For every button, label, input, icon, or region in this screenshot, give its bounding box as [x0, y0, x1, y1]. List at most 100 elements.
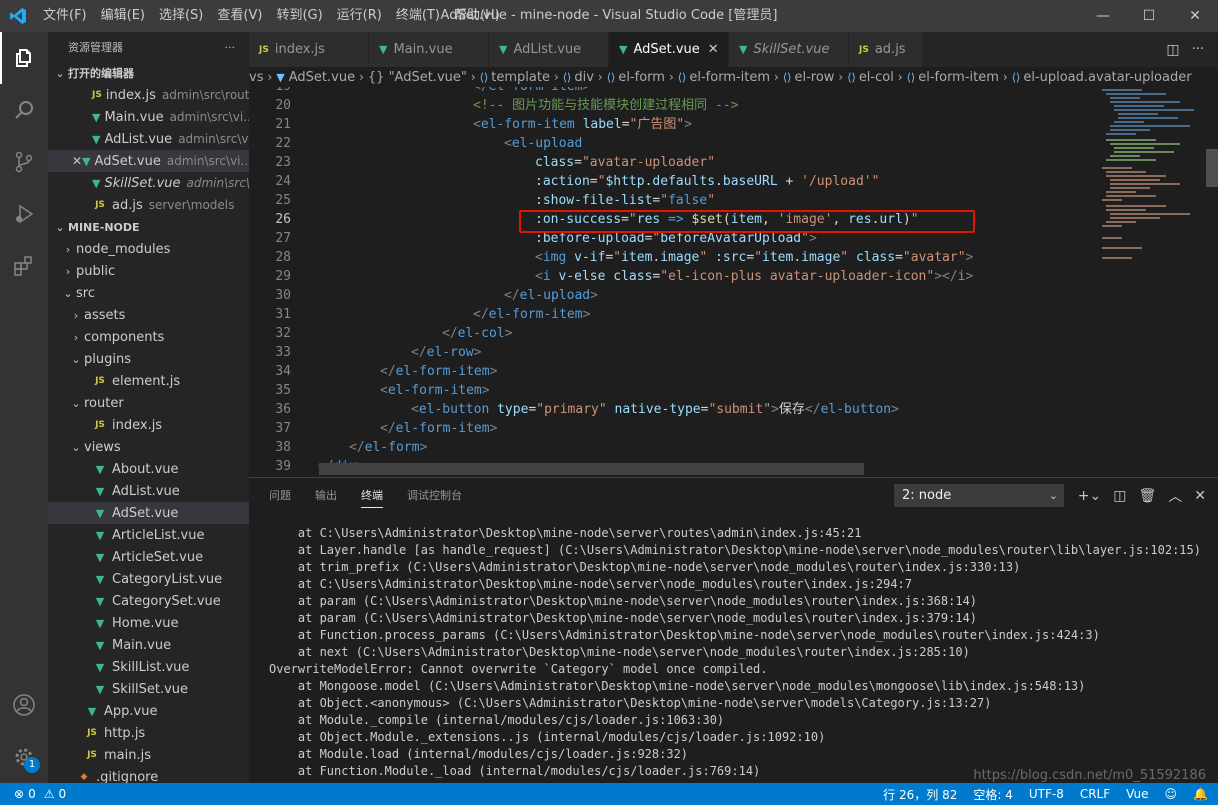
settings-gear-icon[interactable]: 1 — [0, 731, 48, 783]
file-item[interactable]: ▼ CategoryList.vue — [48, 568, 249, 590]
panel-tab[interactable]: 问题 — [269, 478, 291, 513]
open-editor-item[interactable]: ✕ ▼ AdSet.vue admin\src\vi... — [48, 150, 249, 172]
panel-tab[interactable]: 输出 — [315, 478, 337, 513]
menu-item[interactable]: 运行(R) — [330, 0, 389, 32]
explorer-icon[interactable] — [0, 32, 48, 84]
open-editor-item[interactable]: ▼SkillSet.vue admin\src\... — [48, 172, 249, 194]
open-editor-item[interactable]: ▼AdList.vue admin\src\vi... — [48, 128, 249, 150]
file-item[interactable]: ▼ ArticleSet.vue — [48, 546, 249, 568]
terminal-select[interactable]: 2: node ⌄ — [894, 484, 1064, 507]
editor-scrollbar[interactable] — [1206, 87, 1218, 477]
close-icon[interactable]: ✕ — [1194, 488, 1206, 504]
tab-skillset-vue[interactable]: ▼ SkillSet.vue — [729, 32, 849, 67]
file-item[interactable]: ▼ App.vue — [48, 700, 249, 722]
split-icon[interactable]: ◫ — [1113, 488, 1126, 504]
tab-index-js[interactable]: JS index.js — [249, 32, 369, 67]
menu-item[interactable]: 编辑(E) — [94, 0, 152, 32]
panel-tab[interactable]: 终端 — [361, 483, 383, 508]
breadcrumb-item[interactable]: el-form-item — [689, 70, 770, 85]
more-actions-icon[interactable]: ··· — [1192, 42, 1204, 57]
folder-item[interactable]: › public — [48, 260, 249, 282]
breadcrumb-item[interactable]: div — [574, 70, 594, 85]
run-debug-icon[interactable] — [0, 188, 48, 240]
open-editor-item[interactable]: ▼ Main.vue admin\src\vi... — [48, 106, 249, 128]
close-icon[interactable]: ✕ — [708, 42, 719, 57]
folder-item[interactable]: ⌄ plugins — [48, 348, 249, 370]
file-item[interactable]: ▼ Main.vue — [48, 634, 249, 656]
panel-tab[interactable]: 调试控制台 — [407, 478, 462, 513]
file-item[interactable]: ▼ ArticleList.vue — [48, 524, 249, 546]
file-item[interactable]: ▼ About.vue — [48, 458, 249, 480]
plus-icon[interactable]: +⌄ — [1078, 488, 1101, 504]
cursor-position[interactable]: 行 26，列 82 — [883, 786, 957, 803]
code-token: el-form-item — [395, 364, 490, 379]
folder-item[interactable]: ⌄ router — [48, 392, 249, 414]
code-editor[interactable]: 19</el-form-item>20<!-- 图片功能与技能模块创建过程相同 … — [249, 87, 1218, 477]
problems-status[interactable]: ⊗ 0 ⚠ 0 — [0, 787, 66, 801]
menu-item[interactable]: 转到(G) — [269, 0, 329, 32]
minimap[interactable] — [1098, 87, 1206, 477]
open-editors-header[interactable]: ⌄ 打开的编辑器 — [48, 62, 249, 84]
menu-item[interactable]: 选择(S) — [152, 0, 210, 32]
breadcrumb-item[interactable]: {} "AdSet.vue" — [368, 70, 467, 85]
account-icon[interactable] — [0, 679, 48, 731]
breadcrumb-item[interactable]: el-row — [794, 70, 834, 85]
file-item[interactable]: ▼ SkillList.vue — [48, 656, 249, 678]
folder-item[interactable]: › components — [48, 326, 249, 348]
open-editor-item[interactable]: JSindex.js admin\src\router — [48, 84, 249, 106]
file-item[interactable]: JS element.js — [48, 370, 249, 392]
tab-adlist-vue[interactable]: ▼ AdList.vue — [489, 32, 609, 67]
breadcrumb-item[interactable]: template — [491, 70, 550, 85]
menu-item[interactable]: 文件(F) — [36, 0, 94, 32]
file-item[interactable]: JS http.js — [48, 722, 249, 744]
file-item[interactable]: ▼ AdSet.vue — [48, 502, 249, 524]
trash-icon[interactable]: 🗑 — [1138, 488, 1156, 504]
breadcrumb-item[interactable]: vs — [249, 70, 263, 85]
open-editor-item[interactable]: JS ad.js server\models — [48, 194, 249, 216]
breadcrumb-item[interactable]: el-form — [618, 70, 665, 85]
menu-item[interactable]: 查看(V) — [210, 0, 269, 32]
extensions-icon[interactable] — [0, 240, 48, 292]
breadcrumb-item[interactable]: AdSet.vue — [289, 70, 355, 85]
breadcrumb-item[interactable]: el-upload.avatar-uploader — [1023, 70, 1191, 85]
file-item[interactable]: JS index.js — [48, 414, 249, 436]
more-actions-icon[interactable]: ··· — [225, 41, 236, 54]
breadcrumb-item[interactable]: el-col — [859, 70, 894, 85]
file-item[interactable]: ◆ .gitignore — [48, 766, 249, 784]
folder-item[interactable]: ⌄ views — [48, 436, 249, 458]
file-item[interactable]: ▼ AdList.vue — [48, 480, 249, 502]
folder-item[interactable]: ⌄ src — [48, 282, 249, 304]
close-icon[interactable]: ✕ — [72, 154, 82, 168]
code-line: 19 </el-form-item> — [249, 87, 1099, 96]
folder-item[interactable]: › node_modules — [48, 238, 249, 260]
code-token: :show-file-list — [535, 193, 653, 208]
feedback-icon[interactable]: ☺ — [1165, 787, 1178, 801]
tab-adset-vue[interactable]: ▼ AdSet.vue ✕ — [609, 32, 729, 67]
maximize-icon[interactable]: ☐ — [1126, 0, 1172, 32]
language-mode[interactable]: Vue — [1126, 787, 1148, 801]
horizontal-scrollbar[interactable] — [319, 463, 864, 475]
file-item[interactable]: JS main.js — [48, 744, 249, 766]
file-item[interactable]: ▼ Home.vue — [48, 612, 249, 634]
indentation[interactable]: 空格: 4 — [973, 786, 1013, 803]
file-item[interactable]: ▼ SkillSet.vue — [48, 678, 249, 700]
encoding[interactable]: UTF-8 — [1029, 787, 1064, 801]
breadcrumb-item[interactable]: el-form-item — [918, 70, 999, 85]
terminal-output[interactable]: at C:\Users\Administrator\Desktop\mine-n… — [269, 525, 1201, 780]
split-editor-icon[interactable]: ◫ — [1166, 42, 1179, 58]
close-icon[interactable]: ✕ — [1172, 0, 1218, 32]
file-item[interactable]: ▼ CategorySet.vue — [48, 590, 249, 612]
menu-item[interactable]: 帮助(H) — [447, 0, 507, 32]
chevron-up-icon[interactable]: ︿ — [1168, 486, 1182, 506]
tab-ad-js[interactable]: JS ad.js — [849, 32, 923, 67]
scrollbar-thumb[interactable] — [1206, 149, 1218, 187]
folder-item[interactable]: › assets — [48, 304, 249, 326]
bell-icon[interactable]: 🔔 — [1193, 787, 1208, 801]
minimize-icon[interactable]: — — [1080, 0, 1126, 32]
tab-main-vue[interactable]: ▼ Main.vue — [369, 32, 489, 67]
search-icon[interactable] — [0, 84, 48, 136]
source-control-icon[interactable] — [0, 136, 48, 188]
project-header[interactable]: ⌄ MINE-NODE — [48, 216, 249, 238]
menu-item[interactable]: 终端(T) — [389, 0, 447, 32]
end-of-line[interactable]: CRLF — [1080, 787, 1110, 801]
